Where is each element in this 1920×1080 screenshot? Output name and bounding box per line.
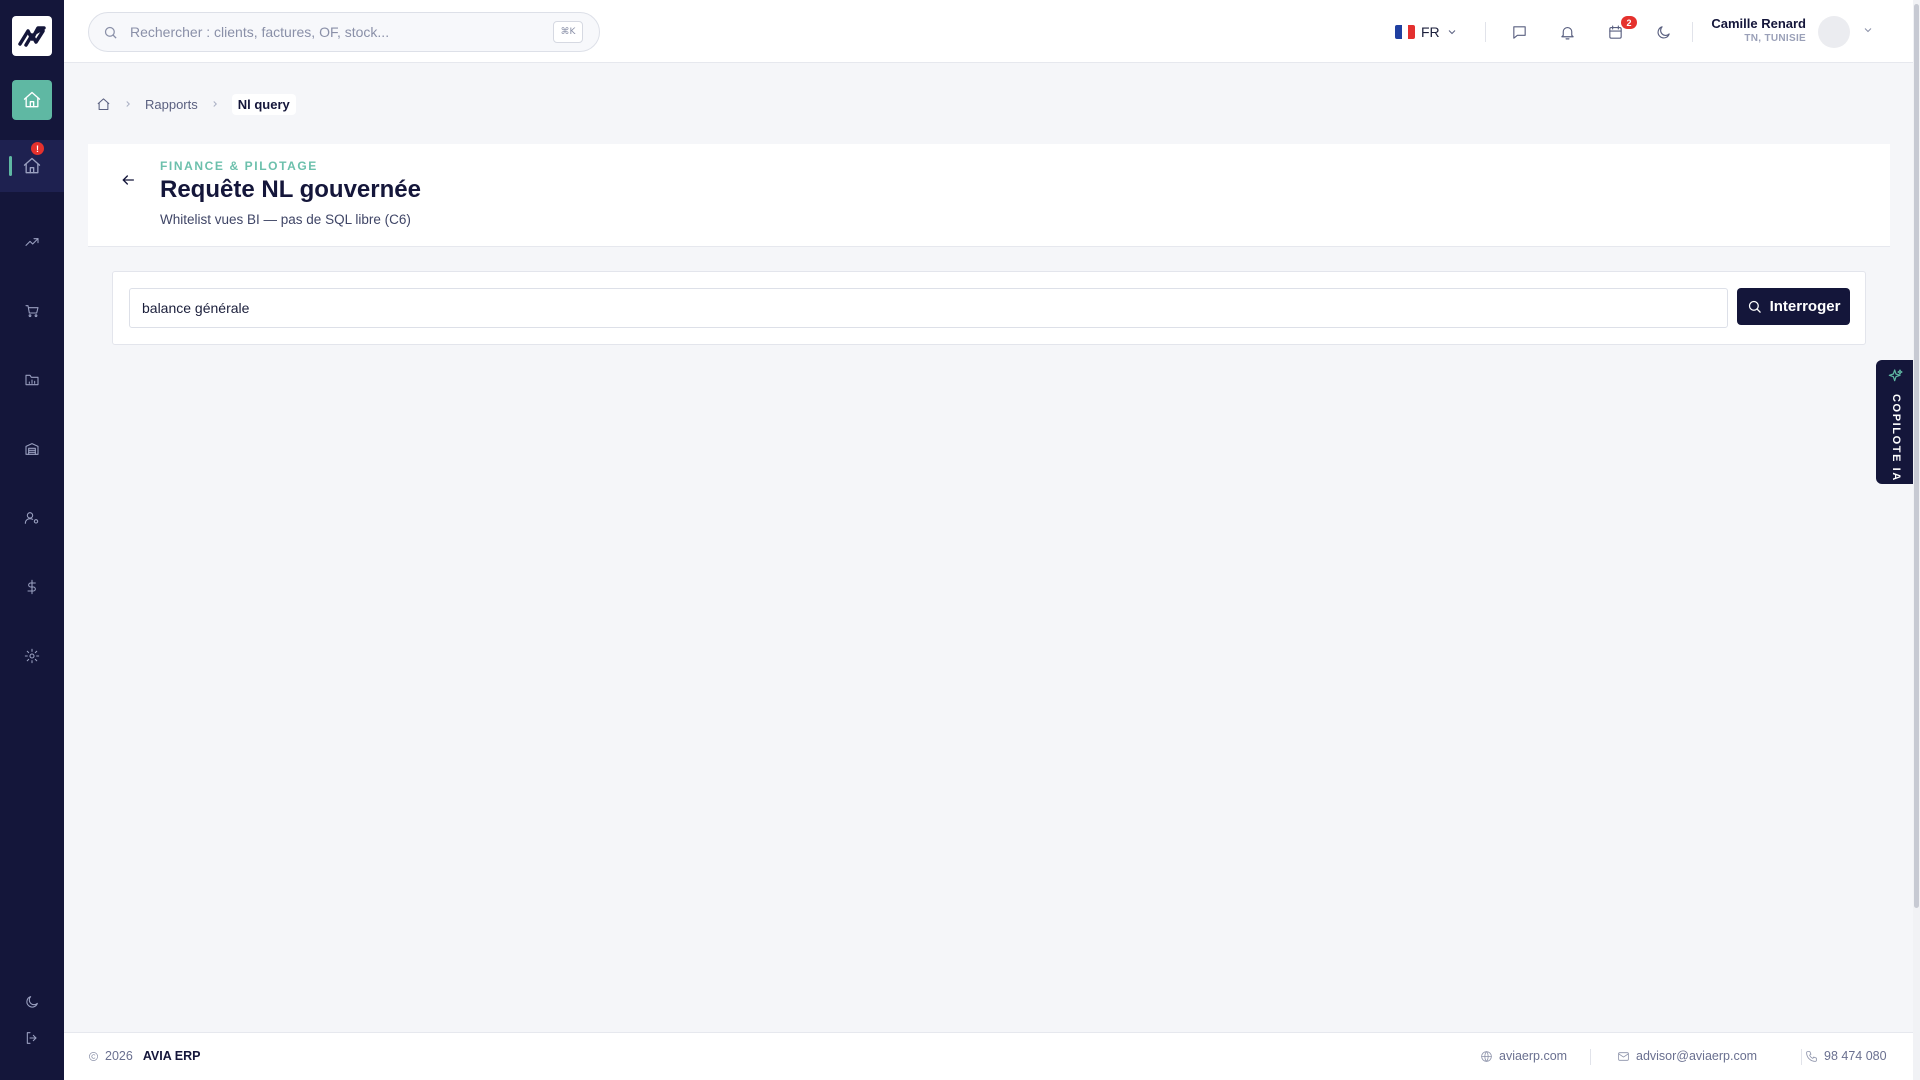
- active-indicator: [9, 156, 12, 176]
- scrollbar-thumb[interactable]: [1914, 4, 1919, 908]
- footer-email[interactable]: advisor@aviaerp.com: [1617, 1049, 1757, 1063]
- chevron-down-icon[interactable]: [1862, 24, 1874, 36]
- chevron-right-icon: [123, 99, 133, 109]
- home-icon: [23, 91, 41, 108]
- app-logo[interactable]: [12, 16, 52, 56]
- logout-icon: [26, 1032, 37, 1044]
- trend-up-icon: [25, 238, 39, 246]
- home-icon[interactable]: [96, 97, 111, 112]
- moon-icon: [1657, 25, 1670, 38]
- back-button[interactable]: [118, 170, 138, 190]
- folder-icon: [25, 374, 39, 386]
- calendar-icon: [1608, 25, 1622, 39]
- mail-icon: [1618, 1051, 1629, 1061]
- calendar-button[interactable]: [1603, 20, 1627, 44]
- warehouse-icon: [25, 443, 39, 455]
- query-input[interactable]: [129, 288, 1728, 328]
- footer-website[interactable]: aviaerp.com: [1480, 1049, 1567, 1063]
- copyright-icon: [89, 1051, 98, 1061]
- language-label: FR: [1421, 24, 1440, 40]
- theme-button[interactable]: [1651, 20, 1675, 44]
- sidebar-item-finance[interactable]: [0, 575, 64, 599]
- sidebar: !: [0, 0, 64, 1080]
- page-eyebrow: FINANCE & PILOTAGE: [160, 159, 318, 173]
- topbar-divider: [1485, 22, 1486, 42]
- search-icon: [104, 26, 117, 39]
- sidebar-item-warehouse[interactable]: [0, 437, 64, 461]
- dollar-icon: [27, 579, 36, 595]
- gear-icon: [24, 648, 40, 664]
- notifications-button[interactable]: [1555, 20, 1579, 44]
- footer-divider: [1801, 1049, 1802, 1065]
- query-button[interactable]: Interroger: [1737, 288, 1850, 325]
- page-title: Requête NL gouvernée: [160, 176, 421, 203]
- global-search[interactable]: ⌘K: [88, 12, 600, 52]
- search-shortcut: ⌘K: [553, 21, 583, 43]
- footer-email-text: advisor@aviaerp.com: [1636, 1049, 1758, 1063]
- sidebar-item-sales[interactable]: [0, 299, 64, 323]
- chevron-right-icon: [210, 99, 220, 109]
- cart-icon: [25, 305, 39, 318]
- topbar-divider: [1692, 22, 1693, 42]
- search-icon: [1748, 300, 1761, 313]
- breadcrumb-current: Nl query: [231, 93, 296, 115]
- copilot-label: COPILOTE IA: [1890, 394, 1902, 482]
- user-settings-icon: [24, 512, 39, 524]
- page-subtitle: Whitelist vues BI — pas de SQL libre (C6…: [160, 212, 411, 227]
- sidebar-item-home[interactable]: [0, 80, 64, 120]
- sidebar-item-files[interactable]: [0, 368, 64, 392]
- language-selector[interactable]: FR: [1395, 20, 1458, 44]
- footer-divider: [1590, 1049, 1591, 1065]
- copilot-tab[interactable]: COPILOTE IA: [1876, 360, 1916, 484]
- logo-mark-icon: [18, 26, 46, 47]
- arrow-left-icon: [122, 175, 134, 185]
- sidebar-item-users[interactable]: [0, 506, 64, 530]
- moon-icon: [26, 996, 38, 1008]
- footer-copyright: 2026 AVIA ERP: [88, 1049, 200, 1063]
- logout-button[interactable]: [0, 1026, 64, 1050]
- topbar: ⌘K FR 2 Camille Renard TN, TUNISIE: [64, 0, 1920, 63]
- search-input[interactable]: [130, 24, 530, 40]
- footer-website-text: aviaerp.com: [1499, 1049, 1568, 1063]
- footer-phone-text: 98 474 080: [1824, 1049, 1887, 1063]
- breadcrumb-rapports[interactable]: Rapports: [145, 97, 198, 112]
- alert-badge: !: [31, 142, 44, 155]
- globe-icon: [1481, 1050, 1492, 1062]
- query-button-label: Interroger: [1769, 298, 1841, 315]
- phone-icon: [1806, 1050, 1817, 1062]
- sidebar-item-settings[interactable]: [0, 644, 64, 668]
- sparkle-icon: [1888, 369, 1903, 382]
- footer-brand: AVIA ERP: [142, 1049, 201, 1063]
- messages-button[interactable]: [1507, 20, 1531, 44]
- avatar[interactable]: [1818, 16, 1850, 48]
- home-icon: [23, 157, 41, 174]
- footer-phone[interactable]: 98 474 080: [1805, 1049, 1887, 1063]
- sidebar-item-trends[interactable]: [0, 230, 64, 254]
- footer-year: 2026: [105, 1049, 133, 1063]
- theme-toggle-button[interactable]: [0, 990, 64, 1014]
- breadcrumb: Rapports Nl query: [96, 92, 296, 116]
- footer: 2026 AVIA ERP aviaerp.com advisor@aviaer…: [64, 1032, 1913, 1080]
- page-header: FINANCE & PILOTAGE Requête NL gouvernée …: [88, 144, 1890, 247]
- user-name: Camille Renard: [1711, 16, 1806, 31]
- user-location: TN, TUNISIE: [1744, 33, 1806, 44]
- bell-icon: [1560, 26, 1574, 39]
- chevron-down-icon: [1448, 30, 1456, 35]
- flag-fr-icon: [1395, 25, 1415, 39]
- message-icon: [1512, 25, 1526, 39]
- query-form: Interroger: [112, 271, 1866, 345]
